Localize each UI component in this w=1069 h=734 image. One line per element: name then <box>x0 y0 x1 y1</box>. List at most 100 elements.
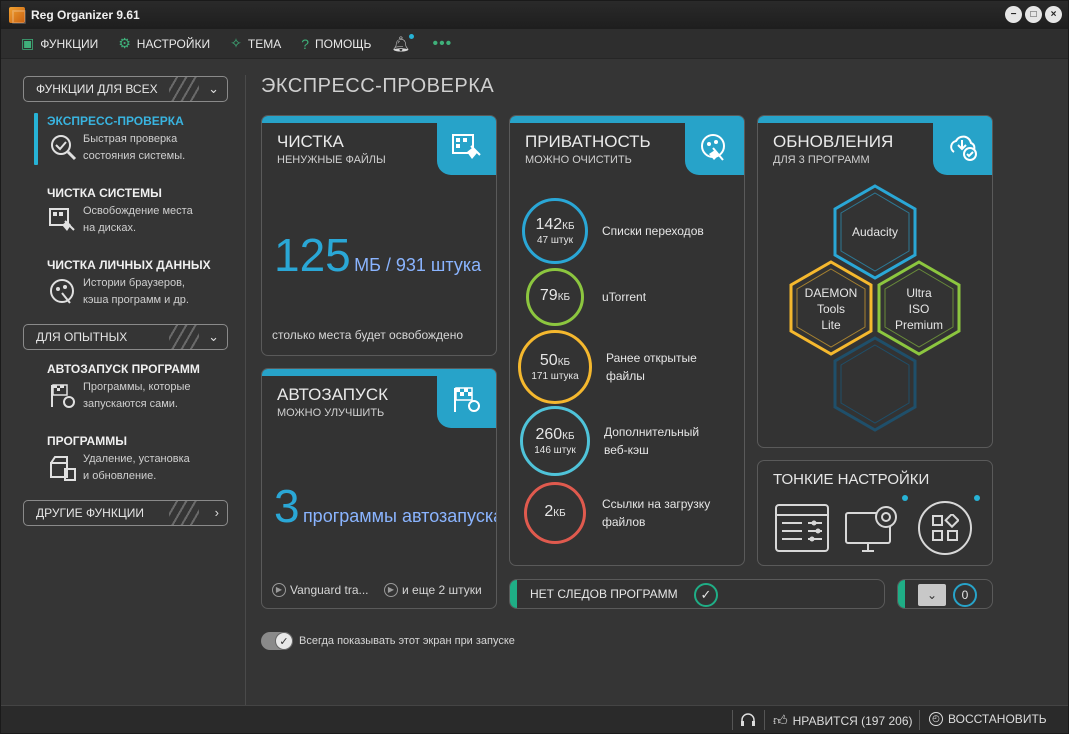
status-bar: 👍︎ НРАВИТСЯ (197 206) ◴ ВОССТАНОВИТЬ <box>1 705 1068 733</box>
sidebar-item-private-cleanup[interactable]: ЧИСТКА ЛИЧНЫХ ДАННЫХ Истории браузеров, … <box>33 258 233 309</box>
window-title: Reg Organizer 9.61 <box>31 8 140 22</box>
privacy-count: 47 штук <box>537 234 573 246</box>
autorun-count-unit: программы автозапуска <box>302 506 497 526</box>
privacy-ring: 79КБ <box>526 268 584 326</box>
title-bar: Reg Organizer 9.61 − □ × <box>1 1 1068 29</box>
update-app-name: ISO <box>908 302 930 316</box>
privacy-broom-icon <box>45 275 81 309</box>
sidebar-item-label: АВТОЗАПУСК ПРОГРАММ <box>47 362 200 376</box>
no-traces-bar[interactable]: НЕТ СЛЕДОВ ПРОГРАММ ✓ <box>509 579 885 609</box>
update-app-name: Tools <box>816 302 845 316</box>
flag-gear-icon <box>450 385 484 415</box>
autorun-more[interactable]: ▶ и еще 2 штуки <box>384 583 482 597</box>
show-on-start-toggle[interactable]: ✓ <box>261 632 293 650</box>
privacy-label: Ссылки на загрузку <box>602 497 711 511</box>
menu-theme-label: ТЕМА <box>247 36 282 51</box>
restore-label: ВОССТАНОВИТЬ <box>948 712 1047 726</box>
menu-functions[interactable]: ▣ ФУНКЦИИ <box>21 35 98 52</box>
menu-settings[interactable]: ⚙ НАСТРОЙКИ <box>118 35 210 52</box>
more-menu-button[interactable]: ••• <box>432 35 452 53</box>
sidebar-item-system-cleanup[interactable]: ЧИСТКА СИСТЕМЫ Освобождение места на дис… <box>33 186 233 237</box>
privacy-unit: КБ <box>557 292 571 303</box>
privacy-item[interactable]: 142КБ 47 штук Списки переходов <box>522 198 704 264</box>
autorun-count-value: 3 <box>274 480 300 532</box>
sidebar-item-desc: Истории браузеров, <box>83 277 185 289</box>
sidebar-item-desc: и обновление. <box>83 470 157 482</box>
magnifier-check-icon <box>45 131 81 165</box>
app-logo-icon <box>9 7 26 24</box>
sidebar-item-desc: состояния системы. <box>83 150 186 162</box>
updates-card[interactable]: ОБНОВЛЕНИЯ ДЛЯ 3 ПРОГРАММ Audacity DAEMO… <box>757 115 993 448</box>
hex-grid <box>789 184 961 432</box>
privacy-label: Списки переходов <box>602 224 704 238</box>
section-for-experienced-label: ДЛЯ ОПЫТНЫХ <box>36 330 128 344</box>
sidebar-divider <box>245 75 246 705</box>
minimize-button[interactable]: − <box>1005 6 1022 23</box>
sidebar-item-desc: Быстрая проверка <box>83 133 178 145</box>
update-app-name: Premium <box>894 318 943 332</box>
autorun-subtitle: МОЖНО УЛУЧШИТЬ <box>277 407 385 419</box>
cleanup-note: столько места будет освобождено <box>272 328 464 342</box>
update-app-name: Ultra <box>906 286 932 300</box>
update-app-name: Lite <box>821 318 841 332</box>
sidebar-item-express-check[interactable]: ЭКСПРЕСС-ПРОВЕРКА Быстрая проверка состо… <box>33 114 233 165</box>
autorun-more-label: и еще 2 штуки <box>402 583 482 597</box>
headset-icon[interactable] <box>740 712 756 728</box>
privacy-card[interactable]: ПРИВАТНОСТЬ МОЖНО ОЧИСТИТЬ 142КБ 47 штук… <box>509 115 745 566</box>
section-for-experienced[interactable]: ДЛЯ ОПЫТНЫХ ⌄ <box>23 324 228 350</box>
menu-theme[interactable]: ✧ ТЕМА <box>230 35 281 52</box>
sidebar-item-autorun[interactable]: АВТОЗАПУСК ПРОГРАММ Программы, которые з… <box>33 362 233 413</box>
restore-button[interactable]: ◴ ВОССТАНОВИТЬ <box>929 712 1047 726</box>
broom-grid-icon <box>45 203 81 237</box>
box-trash-icon <box>45 451 81 485</box>
cleanup-title: ЧИСТКА <box>277 132 344 151</box>
apps-grid-icon[interactable] <box>918 501 972 555</box>
menu-functions-label: ФУНКЦИИ <box>40 36 99 51</box>
chevron-right-icon: › <box>214 505 219 520</box>
privacy-label: веб-кэш <box>604 443 649 457</box>
sidebar-item-programs[interactable]: ПРОГРАММЫ Удаление, установка и обновлен… <box>33 434 233 485</box>
privacy-label: файлы <box>606 369 645 383</box>
privacy-unit: КБ <box>553 508 566 519</box>
drivers-bar[interactable]: ⌄ 0 <box>897 579 993 609</box>
sidebar-item-desc: кэша программ и др. <box>83 294 189 306</box>
section-functions-for-all[interactable]: ФУНКЦИИ ДЛЯ ВСЕХ ⌄ <box>23 76 228 102</box>
like-label: НРАВИТСЯ (197 206) <box>792 713 913 728</box>
privacy-item[interactable]: 260КБ 146 штук Дополнительный веб-кэш <box>520 406 699 476</box>
privacy-item[interactable]: 50КБ 171 штука Ранее открытые файлы <box>518 330 697 404</box>
privacy-unit: КБ <box>562 220 575 232</box>
new-indicator-dot <box>974 495 980 501</box>
like-button[interactable]: 👍︎ НРАВИТСЯ (197 206) <box>773 712 913 729</box>
privacy-unit: КБ <box>557 356 571 368</box>
update-app-audacity[interactable]: Audacity <box>835 224 915 240</box>
maximize-button[interactable]: □ <box>1025 6 1042 23</box>
flag-gear-icon <box>45 379 81 413</box>
bell-icon[interactable]: 🔔︎ <box>391 33 415 53</box>
update-app-daemon-tools[interactable]: DAEMON Tools Lite <box>791 285 871 333</box>
settings-panel-icon[interactable] <box>774 503 830 556</box>
autorun-item[interactable]: ▶ Vanguard tra... <box>272 583 369 597</box>
privacy-ring: 2КБ <box>524 482 586 544</box>
menu-help[interactable]: ? ПОМОЩЬ <box>301 36 371 52</box>
tweaks-card[interactable]: ТОНКИЕ НАСТРОЙКИ <box>757 460 993 566</box>
update-app-ultraiso[interactable]: Ultra ISO Premium <box>879 285 959 333</box>
sidebar-item-label: ЧИСТКА СИСТЕМЫ <box>47 186 162 200</box>
privacy-item[interactable]: 2КБ Ссылки на загрузку файлов <box>522 482 710 544</box>
section-other-functions[interactable]: ДРУГИЕ ФУНКЦИИ › <box>23 500 228 526</box>
section-other-functions-label: ДРУГИЕ ФУНКЦИИ <box>36 506 144 520</box>
cleanup-card[interactable]: ЧИСТКА НЕНУЖНЫЕ ФАЙЛЫ 125 МБ / 931 штука… <box>261 115 497 356</box>
privacy-label: Ранее открытые <box>606 351 697 365</box>
close-button[interactable]: × <box>1045 6 1062 23</box>
chevron-down-icon: ⌄ <box>208 329 219 344</box>
privacy-unit: КБ <box>562 430 575 442</box>
autorun-card[interactable]: АВТОЗАПУСК МОЖНО УЛУЧШИТЬ 3 программы ав… <box>261 368 497 609</box>
privacy-value: 142 <box>535 215 563 233</box>
privacy-ring: 142КБ 47 штук <box>522 198 588 264</box>
update-app-name: DAEMON <box>804 286 858 300</box>
page-title: ЭКСПРЕСС-ПРОВЕРКА <box>261 75 495 97</box>
app-window: Reg Organizer 9.61 − □ × ▣ ФУНКЦИИ ⚙ НАС… <box>0 0 1069 734</box>
monitor-gear-icon[interactable] <box>844 503 906 558</box>
privacy-item[interactable]: 79КБ uTorrent <box>522 268 646 326</box>
chip-icon: ⌄ <box>918 584 946 606</box>
sidebar-item-label: ПРОГРАММЫ <box>47 434 127 448</box>
